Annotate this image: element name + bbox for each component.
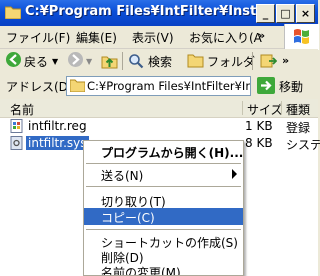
file-type: システ bbox=[286, 138, 320, 152]
menu-file[interactable]: ファイル(F) bbox=[6, 29, 70, 46]
search-button[interactable]: 検索 bbox=[148, 53, 172, 70]
window-title: C:¥Program Files¥IntFilter¥Install bbox=[25, 4, 274, 19]
back-button[interactable]: 戻る bbox=[24, 53, 48, 70]
title-bar: C:¥Program Files¥IntFilter¥Install _ □ × bbox=[0, 0, 318, 26]
toolbar: 戻る ▼ ▼ 検索 フォルダ » bbox=[0, 49, 318, 73]
toolbar-separator bbox=[122, 52, 123, 70]
toolbar-overflow-chevron[interactable]: » bbox=[282, 54, 289, 67]
menu-view[interactable]: 表示(V) bbox=[132, 29, 174, 46]
column-size[interactable]: サイズ bbox=[247, 101, 283, 118]
menu-item-open-with[interactable]: プログラムから開く(H)... bbox=[84, 143, 243, 160]
forward-arrow-icon[interactable] bbox=[68, 52, 83, 67]
address-input[interactable]: C:¥Program Files¥IntFilter¥In ▼ bbox=[66, 76, 251, 96]
menu-item-label: プログラムから開く(H)... bbox=[101, 146, 244, 160]
menu-item-cut[interactable]: 切り取り(T) bbox=[84, 192, 243, 209]
file-type: 登録 bbox=[286, 121, 311, 135]
address-bar: アドレス(D) C:¥Program Files¥IntFilter¥In ▼ … bbox=[0, 74, 318, 98]
up-folder-icon[interactable] bbox=[101, 52, 118, 69]
file-name-selected: intfiltr.sys bbox=[25, 135, 90, 151]
search-icon[interactable] bbox=[128, 53, 144, 69]
list-item[interactable]: intfiltr.reg 1 KB 登録 bbox=[0, 118, 318, 135]
column-divider[interactable] bbox=[242, 101, 243, 115]
column-type[interactable]: 種類 bbox=[286, 101, 310, 118]
folder-icon bbox=[5, 6, 21, 19]
folder-icon bbox=[70, 79, 85, 92]
minimize-button[interactable]: _ bbox=[256, 4, 275, 23]
menu-favorites[interactable]: お気に入り(A bbox=[189, 29, 262, 46]
menu-bar: ファイル(F) 編集(E) 表示(V) お気に入り(A » bbox=[0, 26, 318, 49]
column-header: 名前 サイズ 種類 bbox=[0, 99, 318, 118]
close-button[interactable]: × bbox=[296, 4, 315, 23]
folders-button[interactable]: フォルダ bbox=[207, 53, 255, 70]
go-arrow-icon[interactable] bbox=[257, 77, 275, 94]
menu-item-label: 送る(N) bbox=[101, 169, 144, 183]
maximize-button[interactable]: □ bbox=[276, 4, 295, 23]
address-value: C:¥Program Files¥IntFilter¥In bbox=[87, 79, 251, 93]
menu-item-send-to[interactable]: 送る(N) bbox=[84, 166, 243, 183]
menu-edit[interactable]: 編集(E) bbox=[76, 29, 117, 46]
toolbar-separator bbox=[252, 52, 253, 70]
column-divider[interactable] bbox=[281, 101, 282, 115]
menu-item-copy[interactable]: コピー(C) bbox=[84, 208, 243, 225]
folders-icon[interactable] bbox=[187, 53, 204, 68]
file-size: 1 KB bbox=[245, 119, 273, 133]
back-dropdown-icon[interactable]: ▼ bbox=[52, 57, 58, 66]
menu-item-label: 名前の変更(M) bbox=[101, 266, 181, 276]
file-size: 8 KB bbox=[245, 136, 273, 150]
back-arrow-icon[interactable] bbox=[6, 52, 21, 67]
menu-separator bbox=[86, 186, 241, 187]
system-file-icon bbox=[10, 136, 23, 150]
windows-logo-icon bbox=[284, 24, 319, 50]
go-button[interactable]: 移動 bbox=[279, 78, 303, 95]
file-name: intfiltr.reg bbox=[28, 119, 87, 133]
menu-item-rename[interactable]: 名前の変更(M) bbox=[84, 263, 243, 276]
context-menu: プログラムから開く(H)... 送る(N) 切り取り(T) コピー(C) ショー… bbox=[83, 140, 244, 276]
menu-separator bbox=[86, 163, 241, 164]
address-label: アドレス(D) bbox=[6, 80, 73, 94]
submenu-arrow-icon bbox=[232, 169, 237, 179]
column-name[interactable]: 名前 bbox=[10, 101, 34, 118]
move-to-icon[interactable] bbox=[260, 53, 277, 69]
menu-overflow-chevron[interactable]: » bbox=[258, 29, 265, 42]
menu-separator bbox=[86, 229, 241, 230]
forward-dropdown-icon[interactable]: ▼ bbox=[86, 57, 92, 66]
registry-file-icon bbox=[10, 119, 23, 133]
menu-item-label: コピー(C) bbox=[101, 211, 155, 225]
